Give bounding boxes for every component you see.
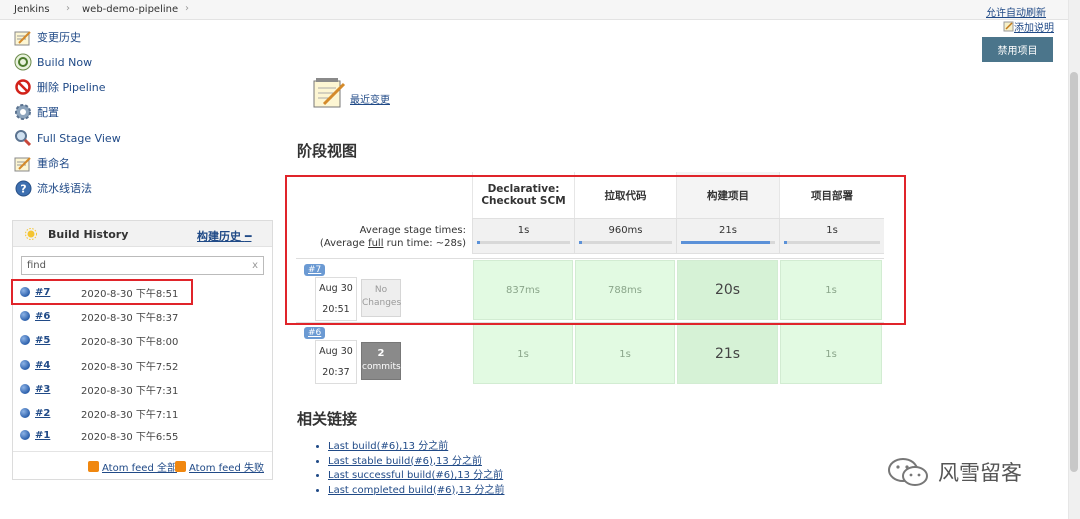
highlight-box	[11, 279, 193, 305]
page-scrollbar[interactable]	[1068, 0, 1080, 519]
build-date-link[interactable]: 2020-8-30 下午8:37	[81, 309, 178, 324]
build-row[interactable]: #4 2020-8-30 下午7:52	[20, 355, 260, 375]
stage-view-heading: 阶段视图	[297, 142, 358, 160]
task-label: Build Now	[37, 55, 93, 69]
build-history-panel: Build History 构建历史 ━ find x #7 2020-8-30 …	[12, 220, 273, 480]
build-now-icon	[13, 52, 33, 72]
list-item[interactable]: Last successful build(#6),13 分之前	[328, 466, 504, 481]
add-description-label: 添加说明	[1014, 23, 1054, 34]
atom-feed-failed-link[interactable]: Atom feed 失败	[175, 459, 264, 474]
list-item[interactable]: Last completed build(#6),13 分之前	[328, 481, 504, 496]
task-delete[interactable]: 删除 Pipeline	[13, 77, 106, 97]
build-number-link[interactable]: #6	[35, 311, 81, 322]
rss-icon	[175, 461, 186, 472]
breadcrumb-separator: ›	[185, 3, 189, 14]
help-icon: ?	[13, 178, 33, 198]
run-commits[interactable]: 2 commits	[361, 342, 401, 380]
breadcrumb-separator: ›	[66, 3, 70, 14]
notepad-icon	[13, 153, 33, 173]
sun-icon	[25, 228, 37, 240]
task-pipeline-syntax[interactable]: ? 流水线语法	[13, 178, 92, 198]
watermark-text: 风雪留客	[938, 461, 1022, 485]
build-number-link[interactable]: #4	[35, 360, 81, 371]
stage-cell[interactable]: 21s	[677, 324, 778, 384]
notepad-icon	[13, 27, 33, 47]
build-number-link[interactable]: #5	[35, 335, 81, 346]
task-label: 重命名	[37, 157, 70, 170]
task-label: 配置	[37, 106, 59, 119]
atom-feed-all-link[interactable]: Atom feed 全部	[88, 459, 177, 474]
build-search-value: find	[27, 260, 46, 271]
recent-changes-link[interactable]: 最近变更	[312, 76, 390, 110]
status-ball-icon	[20, 430, 30, 440]
status-ball-icon	[20, 408, 30, 418]
notepad-icon	[313, 78, 346, 108]
collapse-icon[interactable]: ━	[245, 230, 252, 243]
magnifier-icon	[13, 128, 33, 148]
svg-text:?: ?	[20, 182, 26, 195]
wechat-icon	[888, 458, 928, 486]
edit-icon	[1003, 21, 1014, 32]
stage-cell[interactable]: 1s	[473, 324, 573, 384]
build-number-link[interactable]: #3	[35, 384, 81, 395]
stage-cell[interactable]: 1s	[575, 324, 675, 384]
build-row[interactable]: #1 2020-8-30 下午6:55	[20, 425, 260, 445]
highlight-box	[285, 175, 906, 325]
status-ball-icon	[20, 311, 30, 321]
build-date-link[interactable]: 2020-8-30 下午6:55	[81, 428, 178, 443]
list-item[interactable]: Last stable build(#6),13 分之前	[328, 452, 504, 467]
watermark: 风雪留客	[886, 456, 1022, 488]
build-history-title: Build History	[48, 228, 129, 241]
related-link[interactable]: Last build(#6),13 分之前	[328, 441, 448, 452]
run-badge-link[interactable]: #6	[304, 327, 326, 339]
related-links-list: Last build(#6),13 分之前 Last stable build(…	[316, 437, 504, 496]
related-links-heading: 相关链接	[297, 410, 358, 428]
add-description-link[interactable]: 添加说明	[1003, 19, 1054, 34]
build-number-link[interactable]: #2	[35, 408, 81, 419]
build-row[interactable]: #2 2020-8-30 下午7:11	[20, 403, 260, 423]
task-full-stage-view[interactable]: Full Stage View	[13, 128, 121, 148]
build-trend-link[interactable]: 构建历史 ━	[197, 228, 251, 244]
breadcrumb-project[interactable]: web-demo-pipeline	[82, 4, 178, 15]
status-ball-icon	[20, 360, 30, 370]
status-ball-icon	[20, 384, 30, 394]
rss-icon	[88, 461, 99, 472]
breadcrumb: Jenkins › web-demo-pipeline › 允许自动刷新	[0, 0, 1080, 20]
clear-search-icon[interactable]: x	[252, 260, 258, 271]
build-date-link[interactable]: 2020-8-30 下午7:31	[81, 382, 178, 397]
run-info: #6 Aug 30 20:37 2 commits	[300, 327, 408, 387]
recent-changes-label: 最近变更	[350, 95, 390, 106]
auto-refresh-link[interactable]: 允许自动刷新	[986, 4, 1046, 19]
build-row[interactable]: #5 2020-8-30 下午8:00	[20, 330, 260, 350]
stage-cell[interactable]: 1s	[780, 324, 882, 384]
build-date-link[interactable]: 2020-8-30 下午8:00	[81, 333, 178, 348]
breadcrumb-jenkins[interactable]: Jenkins	[14, 4, 50, 15]
status-ball-icon	[20, 335, 30, 345]
related-link[interactable]: Last completed build(#6),13 分之前	[328, 485, 504, 496]
task-changes[interactable]: 变更历史	[13, 27, 81, 47]
related-link[interactable]: Last stable build(#6),13 分之前	[328, 456, 482, 467]
task-configure[interactable]: 配置	[13, 102, 59, 122]
build-history-header: Build History 构建历史 ━	[13, 221, 272, 247]
task-label: Full Stage View	[37, 131, 121, 145]
task-rename[interactable]: 重命名	[13, 153, 70, 173]
build-number-link[interactable]: #1	[35, 430, 81, 441]
build-row[interactable]: #3 2020-8-30 下午7:31	[20, 379, 260, 399]
scroll-thumb[interactable]	[1070, 72, 1078, 472]
task-label: 变更历史	[37, 31, 81, 44]
gear-icon	[13, 102, 33, 122]
task-label: 流水线语法	[37, 182, 92, 195]
no-entry-icon	[13, 77, 33, 97]
task-build-now[interactable]: Build Now	[13, 52, 92, 72]
build-date-link[interactable]: 2020-8-30 下午7:52	[81, 358, 178, 373]
disable-project-button[interactable]: 禁用项目	[982, 37, 1053, 62]
run-timestamp: Aug 30 20:37	[315, 340, 357, 384]
related-link[interactable]: Last successful build(#6),13 分之前	[328, 470, 503, 481]
build-search-input[interactable]: find x	[21, 256, 264, 275]
task-label: 删除 Pipeline	[37, 81, 106, 94]
build-row[interactable]: #6 2020-8-30 下午8:37	[20, 306, 260, 326]
divider	[13, 451, 272, 452]
list-item[interactable]: Last build(#6),13 分之前	[328, 437, 504, 452]
build-date-link[interactable]: 2020-8-30 下午7:11	[81, 406, 178, 421]
